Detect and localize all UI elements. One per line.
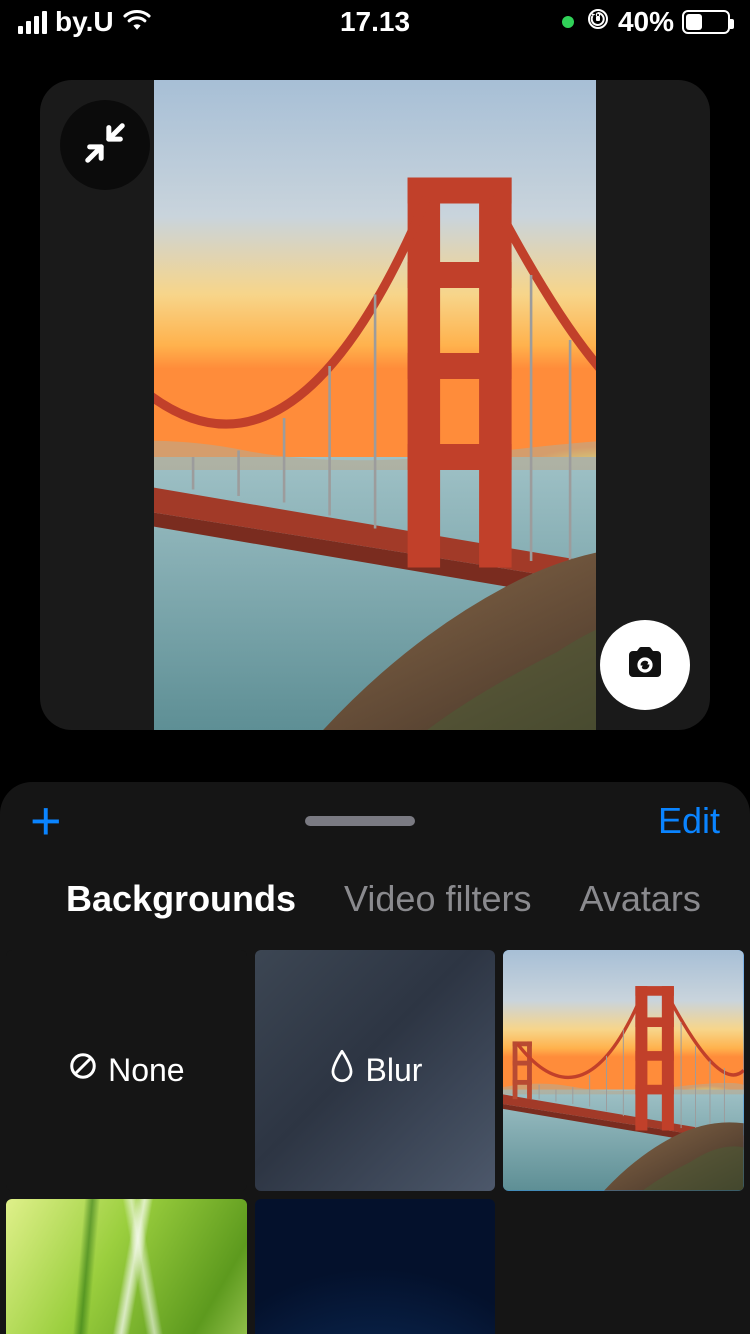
- add-button[interactable]: +: [30, 794, 62, 848]
- video-preview-card: [40, 80, 710, 730]
- camera-flip-icon: [621, 639, 669, 692]
- battery-fill: [686, 14, 702, 30]
- effects-sheet: + Edit Backgrounds Video filters Avatars…: [0, 782, 750, 1334]
- background-option-bridge[interactable]: [503, 950, 744, 1191]
- cellular-signal-icon: [18, 11, 47, 34]
- background-option-grass[interactable]: [6, 1199, 247, 1334]
- camera-in-use-indicator: [562, 16, 574, 28]
- wifi-icon: [122, 6, 152, 38]
- tab-video-filters[interactable]: Video filters: [344, 878, 531, 920]
- sheet-grabber[interactable]: [305, 816, 415, 826]
- background-option-earth[interactable]: [255, 1199, 496, 1334]
- battery-icon: [682, 10, 730, 34]
- video-preview-image: [154, 80, 596, 730]
- backgrounds-grid: None Blur: [0, 950, 750, 1334]
- tab-avatars[interactable]: Avatars: [579, 878, 700, 920]
- battery-percent: 40%: [618, 6, 674, 38]
- minimize-button[interactable]: [60, 100, 150, 190]
- clock: 17.13: [340, 6, 410, 38]
- background-option-label: Blur: [366, 1052, 423, 1089]
- background-option-label: None: [108, 1052, 185, 1089]
- background-option-blur[interactable]: Blur: [255, 950, 496, 1191]
- status-bar: by.U 17.13 40%: [0, 0, 750, 44]
- camera-flip-button[interactable]: [600, 620, 690, 710]
- edit-button[interactable]: Edit: [658, 800, 720, 842]
- background-option-none[interactable]: None: [6, 950, 247, 1191]
- water-drop-icon: [328, 1049, 356, 1091]
- carrier-label: by.U: [55, 6, 114, 38]
- effects-tabs: Backgrounds Video filters Avatars: [0, 848, 750, 950]
- orientation-lock-icon: [586, 6, 610, 38]
- minimize-icon: [82, 120, 128, 171]
- tab-backgrounds[interactable]: Backgrounds: [66, 878, 296, 920]
- prohibit-icon: [68, 1051, 98, 1089]
